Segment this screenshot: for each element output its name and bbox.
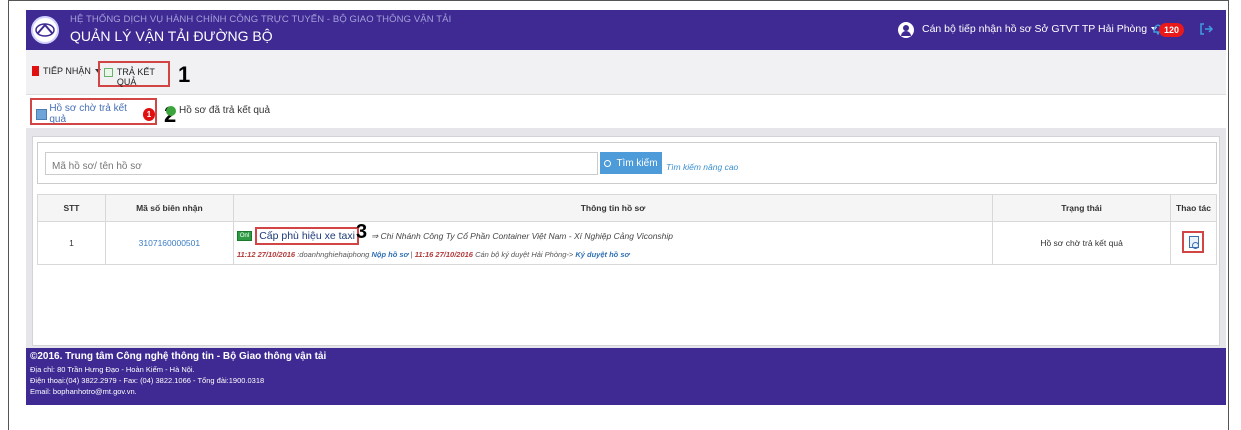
history-action-2: Ký duyệt hồ sơ [575,250,630,259]
footer-phone: Điện thoại:(04) 3822.2979 - Fax: (04) 38… [30,376,265,385]
footer-address: Địa chỉ: 80 Trần Hưng Đạo - Hoàn Kiếm - … [30,365,195,374]
header-stt: STT [37,194,106,222]
cell-status: Hồ sơ chờ trả kết quả [992,221,1171,265]
user-avatar-icon[interactable] [898,22,914,38]
tab-returned-results[interactable]: Hồ sơ đã trả kết quả [166,105,270,116]
records-table: STT Mã số biên nhận Thông tin hồ sơ Trạn… [37,194,1218,265]
callout-number-1: 1 [178,62,191,87]
footer-copyright: ©2016. Trung tâm Công nghệ thông tin - B… [30,351,327,362]
header-status: Trạng thái [992,194,1171,222]
record-history-line: 11:12 27/10/2016 :doanhnghiehaiphong Nộp… [234,250,992,259]
folder-icon [36,108,48,120]
history-separator: | [410,250,413,259]
search-button-label: Tìm kiếm [616,157,658,169]
sub-tabs: Hồ sơ chờ trả kết quả 1 2 Hồ sơ đã trả k… [26,95,1226,128]
cell-actions [1169,221,1218,265]
tab-pending-results[interactable]: Hồ sơ chờ trả kết quả 1 [30,98,157,125]
search-input[interactable] [45,152,598,175]
notification-count-badge: 120 [1159,23,1185,37]
history-actor-2: Cán bộ ký duyệt Hải Phòng-> [475,250,574,259]
check-circle-icon [166,105,176,116]
content-area: Tìm kiếm Tìm kiếm nâng cao STT Mã số biê… [26,128,1226,348]
header-actions: Thao tác [1169,194,1218,222]
advanced-search-link[interactable]: Tìm kiếm nâng cao [666,162,738,172]
return-result-menu[interactable]: TRẢ KẾT QUẢ [98,61,170,87]
header-receipt-code: Mã số biên nhận [104,194,234,222]
cell-stt: 1 [37,221,106,265]
app-page: HỆ THỐNG DỊCH VỤ HÀNH CHÍNH CÔNG TRỰC TU… [26,10,1226,405]
cell-record-info: Onl Cấp phù hiệu xe taxi 3 ⇒ Chi Nhánh C… [232,221,994,265]
history-action-1: Nộp hồ sơ [371,250,409,259]
table-header-row: STT Mã số biên nhận Thông tin hồ sơ Trạn… [37,194,1218,222]
view-details-icon[interactable] [1182,231,1205,253]
return-result-icon [104,68,113,77]
user-name-label: Cán bộ tiếp nhận hồ sơ Sở GTVT TP Hải Ph… [922,23,1148,35]
frame-border-top [8,0,1229,1]
search-bar: Tìm kiếm Tìm kiếm nâng cao [37,142,1217,184]
history-actor-1: :doanhnghiehaiphong [297,250,370,259]
user-menu[interactable]: Cán bộ tiếp nhận hồ sơ Sở GTVT TP Hải Ph… [922,23,1158,35]
search-button[interactable]: Tìm kiếm [600,152,662,174]
records-panel: Tìm kiếm Tìm kiếm nâng cao STT Mã số biê… [32,136,1220,346]
receipt-code-link[interactable]: 3107160000501 [139,238,200,248]
table-row: 1 3107160000501 Onl Cấp phù hiệu xe taxi… [37,221,1218,265]
return-result-label: TRẢ KẾT QUẢ [116,67,155,87]
callout-number-3: 3 [355,220,368,243]
screenshot-frame: HỆ THỐNG DỊCH VỤ HÀNH CHÍNH CÔNG TRỰC TU… [0,0,1241,430]
page-footer: ©2016. Trung tâm Công nghệ thông tin - B… [26,348,1226,405]
ministry-logo[interactable] [31,16,59,44]
record-title-line: Onl Cấp phù hiệu xe taxi 3 ⇒ Chi Nhánh C… [234,221,992,245]
pending-count-badge: 1 [142,107,155,121]
tab-returned-label: Hồ sơ đã trả kết quả [179,105,271,116]
top-header: HỆ THỐNG DỊCH VỤ HÀNH CHÍNH CÔNG TRỰC TU… [26,10,1226,50]
cell-receipt-code: 3107160000501 [104,221,234,265]
footer-email: Email: bophanhotro@mt.gov.vn. [30,387,137,396]
online-tag: Onl [236,231,253,241]
receive-icon [32,66,39,76]
receive-menu[interactable]: TIẾP NHẬN [32,66,101,76]
main-toolbar: TIẾP NHẬN TRẢ KẾT QUẢ 1 [26,50,1226,95]
header-info: Thông tin hồ sơ [232,194,994,222]
app-title[interactable]: QUẢN LÝ VẬN TẢI ĐƯỜNG BỘ [70,28,273,44]
frame-border-right [1228,0,1229,430]
frame-border-left [8,0,9,430]
history-time-1: 11:12 27/10/2016 [236,250,296,259]
tab-pending-label: Hồ sơ chờ trả kết quả [49,103,127,125]
logout-icon[interactable] [1198,21,1214,37]
system-title: HỆ THỐNG DỊCH VỤ HÀNH CHÍNH CÔNG TRỰC TU… [70,14,452,25]
company-name: ⇒ Chi Nhánh Công Ty Cổ Phần Container Vi… [371,230,674,241]
history-time-2: 11:16 27/10/2016 [414,250,473,259]
search-icon [604,159,612,167]
receive-menu-label: TIẾP NHẬN [43,66,91,76]
service-name-link[interactable]: Cấp phù hiệu xe taxi [255,227,359,245]
